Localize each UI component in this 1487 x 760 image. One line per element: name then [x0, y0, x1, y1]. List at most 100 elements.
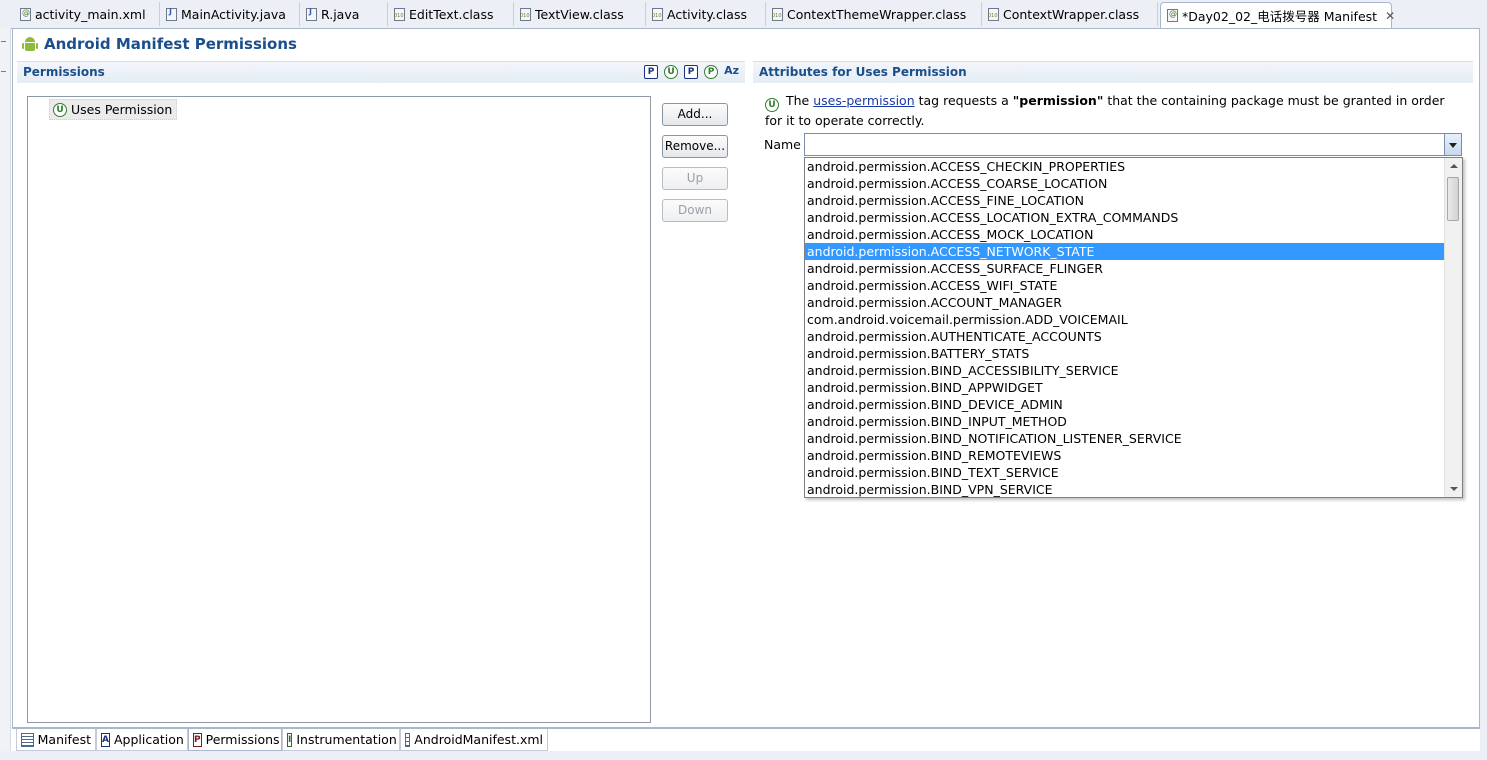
tab-contextwrapper-class[interactable]: ContextWrapper.class — [982, 2, 1158, 26]
tab-label: MainActivity.java — [181, 6, 286, 22]
manifest-file-icon — [1167, 9, 1178, 22]
tab-manifest-active[interactable]: *Day02_02_电话拨号器 Manifest ✕ — [1160, 2, 1395, 28]
name-label: Name — [764, 137, 801, 152]
name-combo[interactable] — [804, 133, 1462, 156]
section-title: Permissions — [23, 65, 105, 79]
tab-label: Application — [113, 732, 184, 747]
tab-activity-class[interactable]: Activity.class — [646, 2, 766, 26]
dropdown-option[interactable]: android.permission.ACCESS_LOCATION_EXTRA… — [805, 209, 1445, 226]
tab-label: Permissions — [205, 732, 280, 747]
dropdown-option[interactable]: android.permission.BIND_NOTIFICATION_LIS… — [805, 430, 1445, 447]
tab-manifest[interactable]: Manifest — [16, 729, 96, 751]
tab-contextthemewrapper-class[interactable]: ContextThemeWrapper.class — [766, 2, 982, 26]
tab-edittext-class[interactable]: EditText.class — [388, 2, 514, 26]
java-file-icon — [166, 7, 177, 21]
add-permission-icon[interactable]: P — [644, 65, 659, 79]
permissions-section-header: Permissions P U P P Az — [17, 61, 745, 83]
dropdown-option[interactable]: android.permission.BIND_ACCESSIBILITY_SE… — [805, 362, 1445, 379]
android-icon — [22, 36, 38, 52]
left-gutter — [0, 28, 11, 760]
tree-item-uses-permission[interactable]: U Uses Permission — [49, 99, 178, 120]
tab-label: activity_main.xml — [35, 6, 146, 22]
dropdown-option[interactable]: android.permission.AUTHENTICATE_ACCOUNTS — [805, 328, 1445, 345]
add-permission-group-icon[interactable]: P — [704, 65, 719, 79]
class-file-icon — [988, 7, 999, 21]
scrollbar-thumb[interactable] — [1447, 177, 1459, 221]
gutter-marker — [1, 38, 6, 42]
desc-prefix: The — [785, 93, 810, 108]
tab-label: TextView.class — [535, 6, 624, 22]
tab-label: Instrumentation — [296, 732, 397, 747]
tab-label: R.java — [321, 6, 360, 22]
permission-dropdown[interactable]: android.permission.ACCESS_CHECKIN_PROPER… — [804, 157, 1463, 498]
dropdown-option[interactable]: android.permission.ACCESS_WIFI_STATE — [805, 277, 1445, 294]
dropdown-option[interactable]: android.permission.ACCESS_CHECKIN_PROPER… — [805, 158, 1445, 175]
sort-alphabetical-icon[interactable]: Az — [724, 65, 739, 79]
dropdown-list[interactable]: android.permission.ACCESS_CHECKIN_PROPER… — [805, 158, 1445, 497]
dropdown-option[interactable]: android.permission.BIND_VPN_SERVICE — [805, 481, 1445, 497]
tab-label: ContextThemeWrapper.class — [787, 6, 967, 22]
tab-mainactivity-java[interactable]: MainActivity.java — [160, 2, 300, 26]
dropdown-option[interactable]: android.permission.BIND_APPWIDGET — [805, 379, 1445, 396]
uses-permission-link[interactable]: uses-permission — [813, 93, 914, 108]
dropdown-scrollbar[interactable] — [1444, 158, 1462, 497]
tab-instrumentation[interactable]: I Instrumentation — [282, 729, 400, 751]
class-file-icon — [394, 7, 405, 21]
tab-label: Activity.class — [667, 6, 747, 22]
up-button[interactable]: Up — [662, 167, 728, 190]
form-title: Android Manifest Permissions — [22, 35, 297, 53]
dropdown-option[interactable]: com.android.voicemail.permission.ADD_VOI… — [805, 311, 1445, 328]
uses-permission-icon: U — [53, 102, 67, 117]
desc-middle: tag requests a — [918, 93, 1009, 108]
xml-source-icon — [405, 732, 411, 747]
dropdown-option[interactable]: android.permission.BATTERY_STATS — [805, 345, 1445, 362]
dropdown-option[interactable]: android.permission.BIND_TEXT_SERVICE — [805, 464, 1445, 481]
add-permission-tree-icon[interactable]: P — [684, 65, 699, 79]
xml-file-icon — [20, 7, 31, 21]
permissions-tree[interactable]: U Uses Permission — [27, 96, 651, 723]
tab-activity-main-xml[interactable]: activity_main.xml — [14, 2, 160, 26]
class-file-icon — [520, 7, 531, 21]
permissions-icon: P — [193, 732, 202, 747]
dropdown-option[interactable]: android.permission.BIND_DEVICE_ADMIN — [805, 396, 1445, 413]
scroll-up-arrow-icon[interactable] — [1445, 158, 1462, 174]
dropdown-option[interactable]: android.permission.BIND_REMOTEVIEWS — [805, 447, 1445, 464]
down-button[interactable]: Down — [662, 199, 728, 222]
dropdown-option[interactable]: android.permission.ACCESS_SURFACE_FLINGE… — [805, 260, 1445, 277]
permissions-toolbar: P U P P Az — [644, 65, 739, 79]
manifest-page-tabs: Manifest A Application P Permissions I I… — [12, 728, 1480, 751]
tab-label: *Day02_02_电话拨号器 Manifest — [1182, 9, 1378, 24]
dropdown-option[interactable]: android.permission.ACCOUNT_MANAGER — [805, 294, 1445, 311]
desc-bold: "permission" — [1012, 93, 1104, 108]
tab-r-java[interactable]: R.java — [300, 2, 388, 26]
scroll-down-arrow-icon[interactable] — [1445, 481, 1462, 497]
chevron-down-icon[interactable] — [1444, 134, 1461, 155]
gutter-marker — [1, 68, 6, 72]
tab-permissions[interactable]: P Permissions — [188, 729, 282, 751]
tab-textview-class[interactable]: TextView.class — [514, 2, 646, 26]
dropdown-option[interactable]: android.permission.BIND_INPUT_METHOD — [805, 413, 1445, 430]
tab-androidmanifest-xml[interactable]: AndroidManifest.xml — [400, 729, 548, 751]
class-file-icon — [772, 7, 783, 21]
tab-label: ContextWrapper.class — [1003, 6, 1140, 22]
tab-label: Manifest — [37, 732, 91, 747]
status-bar — [0, 751, 1487, 760]
tree-item-label: Uses Permission — [71, 102, 173, 117]
remove-button[interactable]: Remove... — [662, 135, 728, 158]
attributes-section-header: Attributes for Uses Permission — [753, 61, 1473, 83]
dropdown-option[interactable]: android.permission.ACCESS_NETWORK_STATE — [805, 243, 1445, 260]
page-title: Android Manifest Permissions — [44, 35, 297, 53]
class-file-icon — [652, 7, 663, 21]
dropdown-option[interactable]: android.permission.ACCESS_COARSE_LOCATIO… — [805, 175, 1445, 192]
uses-permission-icon: U — [765, 98, 779, 112]
dropdown-option[interactable]: android.permission.ACCESS_FINE_LOCATION — [805, 192, 1445, 209]
editor-tab-strip: activity_main.xml MainActivity.java R.ja… — [0, 0, 1487, 29]
close-icon[interactable]: ✕ — [1385, 9, 1395, 23]
add-uses-permission-icon[interactable]: U — [664, 65, 679, 79]
java-file-icon — [306, 7, 317, 21]
dropdown-option[interactable]: android.permission.ACCESS_MOCK_LOCATION — [805, 226, 1445, 243]
add-button[interactable]: Add... — [662, 103, 728, 126]
tab-application[interactable]: A Application — [96, 729, 188, 751]
section-title: Attributes for Uses Permission — [759, 65, 967, 79]
application-icon: A — [101, 732, 110, 747]
